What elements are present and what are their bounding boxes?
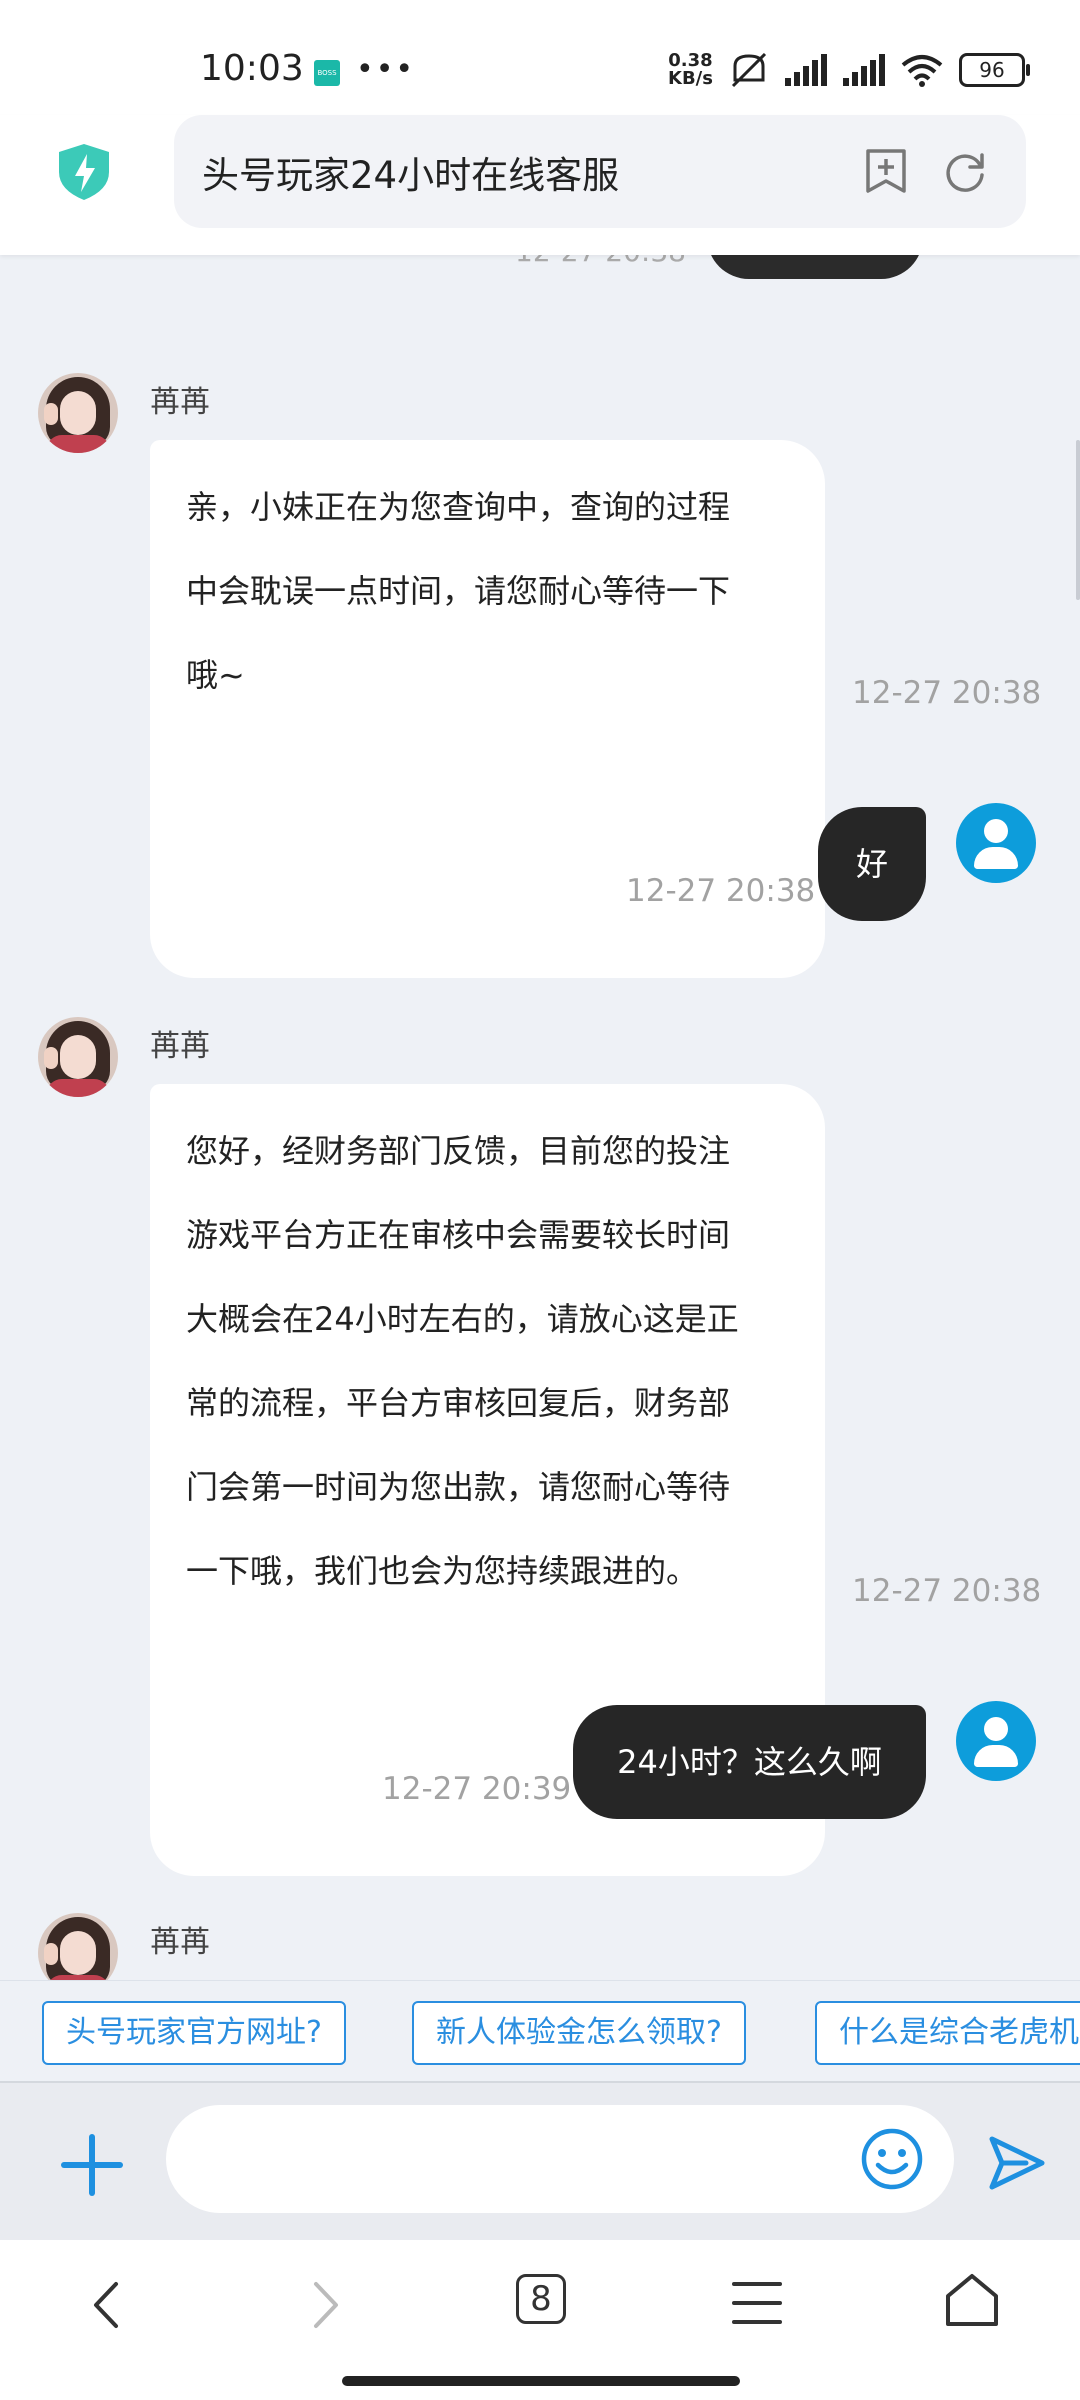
agent-name: 苒苒: [150, 1029, 210, 1064]
home-icon[interactable]: [944, 2272, 1000, 2328]
refresh-icon[interactable]: [942, 149, 988, 195]
message-line: 一下哦，我们也会为您持续跟进的。: [186, 1552, 699, 1590]
home-indicator[interactable]: [342, 2376, 740, 2386]
send-icon[interactable]: [986, 2133, 1048, 2193]
avatar-face: [60, 1035, 96, 1079]
message-line: 大概会在24小时左右的，请放心这是正: [186, 1300, 739, 1338]
status-icons: 0.38 KB/s 96: [668, 52, 1030, 88]
user-avatar-body: [974, 847, 1018, 869]
agent-avatar[interactable]: [38, 1017, 118, 1097]
plus-icon[interactable]: [60, 2133, 124, 2197]
shield-bolt-icon[interactable]: [55, 142, 113, 202]
message-time: 12-27 20:38: [852, 1573, 1042, 1609]
bookmark-add-icon[interactable]: [864, 147, 908, 195]
message-time: 12-27 20:38: [626, 873, 816, 909]
message-line: 亲，小妹正在为您查询中，查询的过程: [186, 488, 731, 526]
status-time: 10:03: [200, 48, 304, 89]
address-bar[interactable]: 头号玩家24小时在线客服: [174, 115, 1026, 228]
page-title: 头号玩家24小时在线客服: [202, 154, 620, 197]
message-time: 12-27 20:38: [852, 675, 1042, 711]
network-speed: 0.38 KB/s: [668, 52, 713, 88]
browser-header: 头号玩家24小时在线客服: [0, 115, 1080, 255]
agent-name: 苒苒: [150, 1925, 210, 1960]
user-avatar-head: [984, 819, 1008, 843]
message-line: 哦~: [186, 656, 245, 694]
avatar-face: [60, 1931, 96, 1975]
message-time: 12-27 20:39: [382, 1771, 572, 1807]
message-line: 游戏平台方正在审核中会需要较长时间: [186, 1216, 731, 1254]
battery-indicator: 96: [958, 53, 1030, 87]
user-avatar[interactable]: [956, 1701, 1036, 1781]
wifi-icon: [901, 55, 943, 87]
menu-icon[interactable]: [732, 2280, 782, 2326]
more-notifications-icon: •••: [356, 52, 416, 87]
user-avatar-head: [984, 1717, 1008, 1741]
user-avatar-body: [974, 1745, 1018, 1767]
partial-user-bubble: [707, 255, 923, 279]
quick-questions-bar: 头号玩家官方网址? 新人体验金怎么领取? 什么是综合老虎机: [0, 1980, 1080, 2082]
back-icon[interactable]: [90, 2280, 120, 2330]
tabs-button[interactable]: 8: [516, 2274, 566, 2324]
user-message-bubble[interactable]: 24小时？这么久啊: [573, 1705, 926, 1819]
avatar-shirt: [46, 1079, 110, 1097]
forward-icon[interactable]: [312, 2280, 342, 2330]
quick-question-chip[interactable]: 什么是综合老虎机: [815, 2001, 1080, 2065]
boss-app-icon: BOSS直聘: [314, 60, 340, 103]
mute-icon: [731, 52, 767, 88]
quick-question-chip[interactable]: 头号玩家官方网址?: [42, 2001, 346, 2065]
network-speed-unit: KB/s: [668, 68, 713, 89]
agent-name: 苒苒: [150, 385, 210, 420]
scroll-indicator[interactable]: [1076, 440, 1080, 600]
avatar-shirt: [46, 435, 110, 453]
avatar-hand: [44, 403, 58, 425]
message-input[interactable]: [166, 2105, 954, 2213]
message-line: 您好，经财务部门反馈，目前您的投注: [186, 1132, 731, 1170]
chat-area[interactable]: 12-27 20:38 苒苒 亲，小妹正在为您查询中，查询的过程 中会耽误一点时…: [0, 255, 1080, 1980]
user-message-bubble[interactable]: 好: [818, 807, 926, 921]
agent-avatar[interactable]: [38, 1913, 118, 1980]
emoji-icon[interactable]: [860, 2127, 924, 2191]
signal-1-icon: [784, 54, 827, 86]
agent-avatar[interactable]: [38, 373, 118, 453]
signal-2-icon: [842, 54, 885, 86]
message-input-bar: [0, 2081, 1080, 2242]
message-line: 中会耽误一点时间，请您耐心等待一下: [186, 572, 731, 610]
avatar-hand: [44, 1943, 58, 1965]
message-line: 门会第一时间为您出款，请您耐心等待: [186, 1468, 731, 1506]
status-bar: 10:03 BOSS直聘 ••• 0.38 KB/s 96: [0, 0, 1080, 115]
browser-nav-bar: 8: [0, 2240, 1080, 2400]
message-line: 常的流程，平台方审核回复后，财务部: [186, 1384, 731, 1422]
avatar-hand: [44, 1047, 58, 1069]
message-time: 12-27 20:38: [515, 255, 686, 268]
quick-question-chip[interactable]: 新人体验金怎么领取?: [412, 2001, 746, 2065]
avatar-face: [60, 391, 96, 435]
user-avatar[interactable]: [956, 803, 1036, 883]
